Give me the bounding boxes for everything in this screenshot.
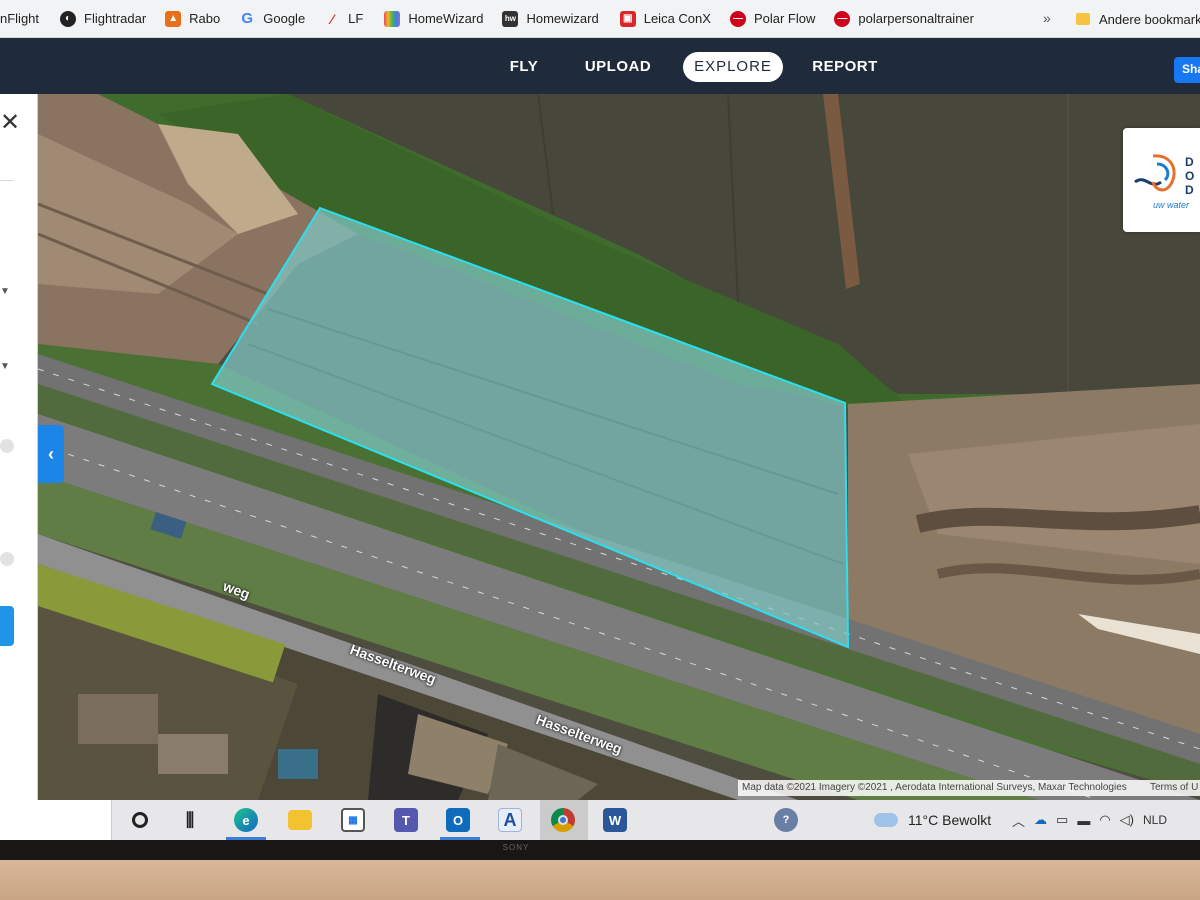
bookmark-nflight[interactable]: nFlight xyxy=(0,0,48,37)
word-icon[interactable]: W xyxy=(603,808,627,832)
battery-icon[interactable]: ▬ xyxy=(1077,813,1090,828)
side-panel: ✕ ▼ ▼ xyxy=(0,94,38,800)
terms-link[interactable]: Terms of U xyxy=(1150,782,1198,793)
chevron-up-icon[interactable]: ︿ xyxy=(1012,811,1025,830)
bookmark-polarpersonaltrainer[interactable]: — polarpersonaltrainer xyxy=(824,0,983,37)
cortana-icon[interactable] xyxy=(128,808,152,832)
map-imagery xyxy=(38,94,1200,800)
bookmark-rabo[interactable]: ▲ Rabo xyxy=(155,0,229,37)
edge-icon[interactable]: e xyxy=(234,808,258,832)
map-attribution: Map data ©2021 Imagery ©2021 , Aerodata … xyxy=(738,780,1200,796)
bookmark-label: Polar Flow xyxy=(753,11,816,26)
notification-app-icon[interactable]: ? xyxy=(774,808,798,832)
bookmark-label: Flightradar xyxy=(84,11,147,26)
bookmark-google[interactable]: G Google xyxy=(229,0,314,37)
font-app-icon[interactable]: A xyxy=(498,808,522,832)
bookmark-label: LF xyxy=(348,11,364,26)
polar-icon: — xyxy=(729,10,746,27)
bookmark-label: nFlight xyxy=(0,11,40,26)
chevron-down-icon[interactable]: ▼ xyxy=(0,286,10,297)
bookmark-leica[interactable]: ▣ Leica ConX xyxy=(608,0,720,37)
lf-icon: ⁄ xyxy=(331,10,334,27)
system-tray: ︿ ☁ ▭ ▬ ◠ ◁) NLD xyxy=(1012,800,1167,840)
close-icon[interactable]: ✕ xyxy=(0,108,20,137)
bookmark-label: Google xyxy=(263,11,306,26)
radio-button[interactable] xyxy=(0,552,14,566)
monitor-brand-label: SONY xyxy=(502,843,530,852)
tab-explore[interactable]: EXPLORE xyxy=(683,52,783,82)
bookmark-label: polarpersonaltrainer xyxy=(858,11,974,26)
bookmark-homewizard[interactable]: HomeWizard xyxy=(372,0,492,37)
teams-icon[interactable]: T xyxy=(394,808,418,832)
logo-letters: D O D xyxy=(1185,155,1195,197)
task-view-icon[interactable]: ⫼ xyxy=(178,808,202,832)
tab-fly[interactable]: FLY xyxy=(506,52,542,82)
collapse-panel-chevron-icon[interactable]: ‹ xyxy=(38,425,64,483)
homewizard-icon xyxy=(384,10,401,27)
bookmark-polar-flow[interactable]: — Polar Flow xyxy=(720,0,824,37)
primary-action-button[interactable] xyxy=(0,606,14,646)
taskbar-search-box[interactable] xyxy=(0,800,112,840)
chevron-down-icon[interactable]: ▼ xyxy=(0,361,10,372)
wall-background xyxy=(0,860,1200,900)
google-icon: G xyxy=(241,10,254,27)
store-icon[interactable]: ▦ xyxy=(341,808,365,832)
satellite-map[interactable]: Hasselterweg Hasselterweg weg Map data ©… xyxy=(38,94,1200,800)
more-bookmarks-chevron-icon[interactable]: » xyxy=(1043,10,1051,26)
bookmarks-bar: nFlight ◐ Flightradar ▲ Rabo G Google ⁄ … xyxy=(0,0,1200,38)
other-bookmarks-label: Andere bookmarks xyxy=(1099,11,1200,27)
meet-now-icon[interactable]: ▭ xyxy=(1056,812,1068,828)
tab-upload[interactable]: UPLOAD xyxy=(584,52,652,82)
onedrive-cloud-icon[interactable]: ☁ xyxy=(1034,812,1047,828)
outlook-icon[interactable]: O xyxy=(446,808,470,832)
bookmark-label: HomeWizard xyxy=(408,11,484,26)
tab-report[interactable]: REPORT xyxy=(812,52,878,82)
radio-button[interactable] xyxy=(0,439,14,453)
folder-icon xyxy=(1076,13,1090,25)
share-button[interactable]: Sha xyxy=(1174,57,1200,83)
rabo-icon: ▲ xyxy=(165,10,182,27)
bookmark-flightradar[interactable]: ◐ Flightradar xyxy=(48,0,155,37)
wifi-icon[interactable]: ◠ xyxy=(1099,812,1110,828)
weather-text: 11°C Bewolkt xyxy=(908,812,992,828)
windows-taskbar: ⫼ e ▦ T O A W ? 11°C Bewolkt ︿ ☁ ▭ ▬ ◠ ◁… xyxy=(0,800,1200,840)
divider xyxy=(0,180,14,181)
bookmark-label: Rabo xyxy=(189,11,221,26)
app-navigation-bar: FLY UPLOAD EXPLORE REPORT xyxy=(0,38,1200,94)
active-indicator xyxy=(540,800,588,840)
attribution-text: Map data ©2021 Imagery ©2021 , Aerodata … xyxy=(742,782,1127,793)
radar-icon: ◐ xyxy=(60,10,77,27)
weather-widget[interactable]: 11°C Bewolkt xyxy=(874,800,991,840)
homewizard-dark-icon: hw xyxy=(502,10,519,27)
file-explorer-icon[interactable] xyxy=(288,810,312,830)
photo-of-monitor: nFlight ◐ Flightradar ▲ Rabo G Google ⁄ … xyxy=(0,0,1200,900)
bookmark-homewizard-2[interactable]: hw Homewizard xyxy=(492,0,607,37)
partner-logo-card: D O D uw water xyxy=(1123,128,1200,232)
other-bookmarks-folder[interactable]: Andere bookmarks xyxy=(1076,0,1200,37)
language-indicator[interactable]: NLD xyxy=(1143,813,1167,827)
cloud-icon xyxy=(874,813,898,827)
bookmark-lf[interactable]: ⁄ LF xyxy=(314,0,372,37)
polar-icon: — xyxy=(834,10,851,27)
bookmark-label: Leica ConX xyxy=(643,11,711,26)
bookmark-label: Homewizard xyxy=(526,11,599,26)
logo-tagline: uw water xyxy=(1153,200,1190,210)
volume-icon[interactable]: ◁) xyxy=(1120,812,1134,828)
leica-icon: ▣ xyxy=(619,10,636,27)
